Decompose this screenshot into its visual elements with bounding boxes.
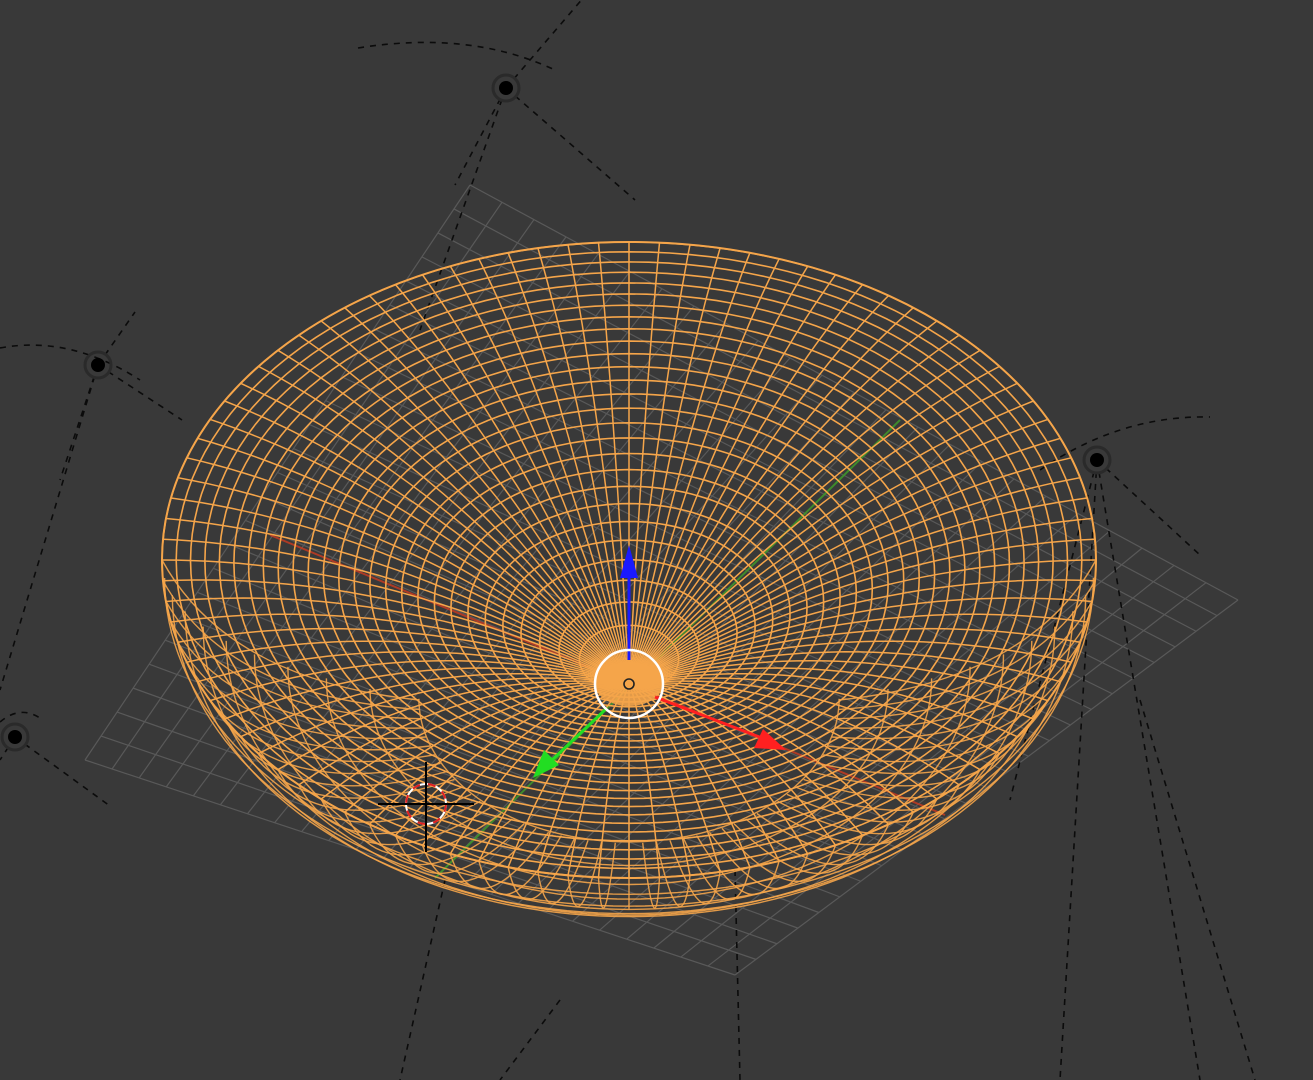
lamp-right-icon[interactable] [1009, 416, 1211, 1080]
grid-line [707, 582, 1207, 967]
bowl-meridian [628, 274, 837, 685]
lamp-helper-line [499, 999, 561, 1080]
bowl-bottom-cap [595, 662, 663, 706]
lamp-helper-line [399, 879, 446, 1080]
lamp-left-icon[interactable] [0, 311, 183, 691]
bowl-meridian [197, 437, 630, 685]
lamp-top-icon[interactable] [357, 0, 636, 331]
3d-viewport[interactable] [0, 0, 1313, 1080]
lamp-helper-line [1139, 699, 1256, 1080]
bowl-shell-meridian [745, 818, 890, 866]
viewport-canvas[interactable] [0, 0, 1313, 1080]
lamp-bottom-left-icon[interactable] [0, 711, 111, 807]
bowl-shell-meridian [708, 831, 809, 890]
